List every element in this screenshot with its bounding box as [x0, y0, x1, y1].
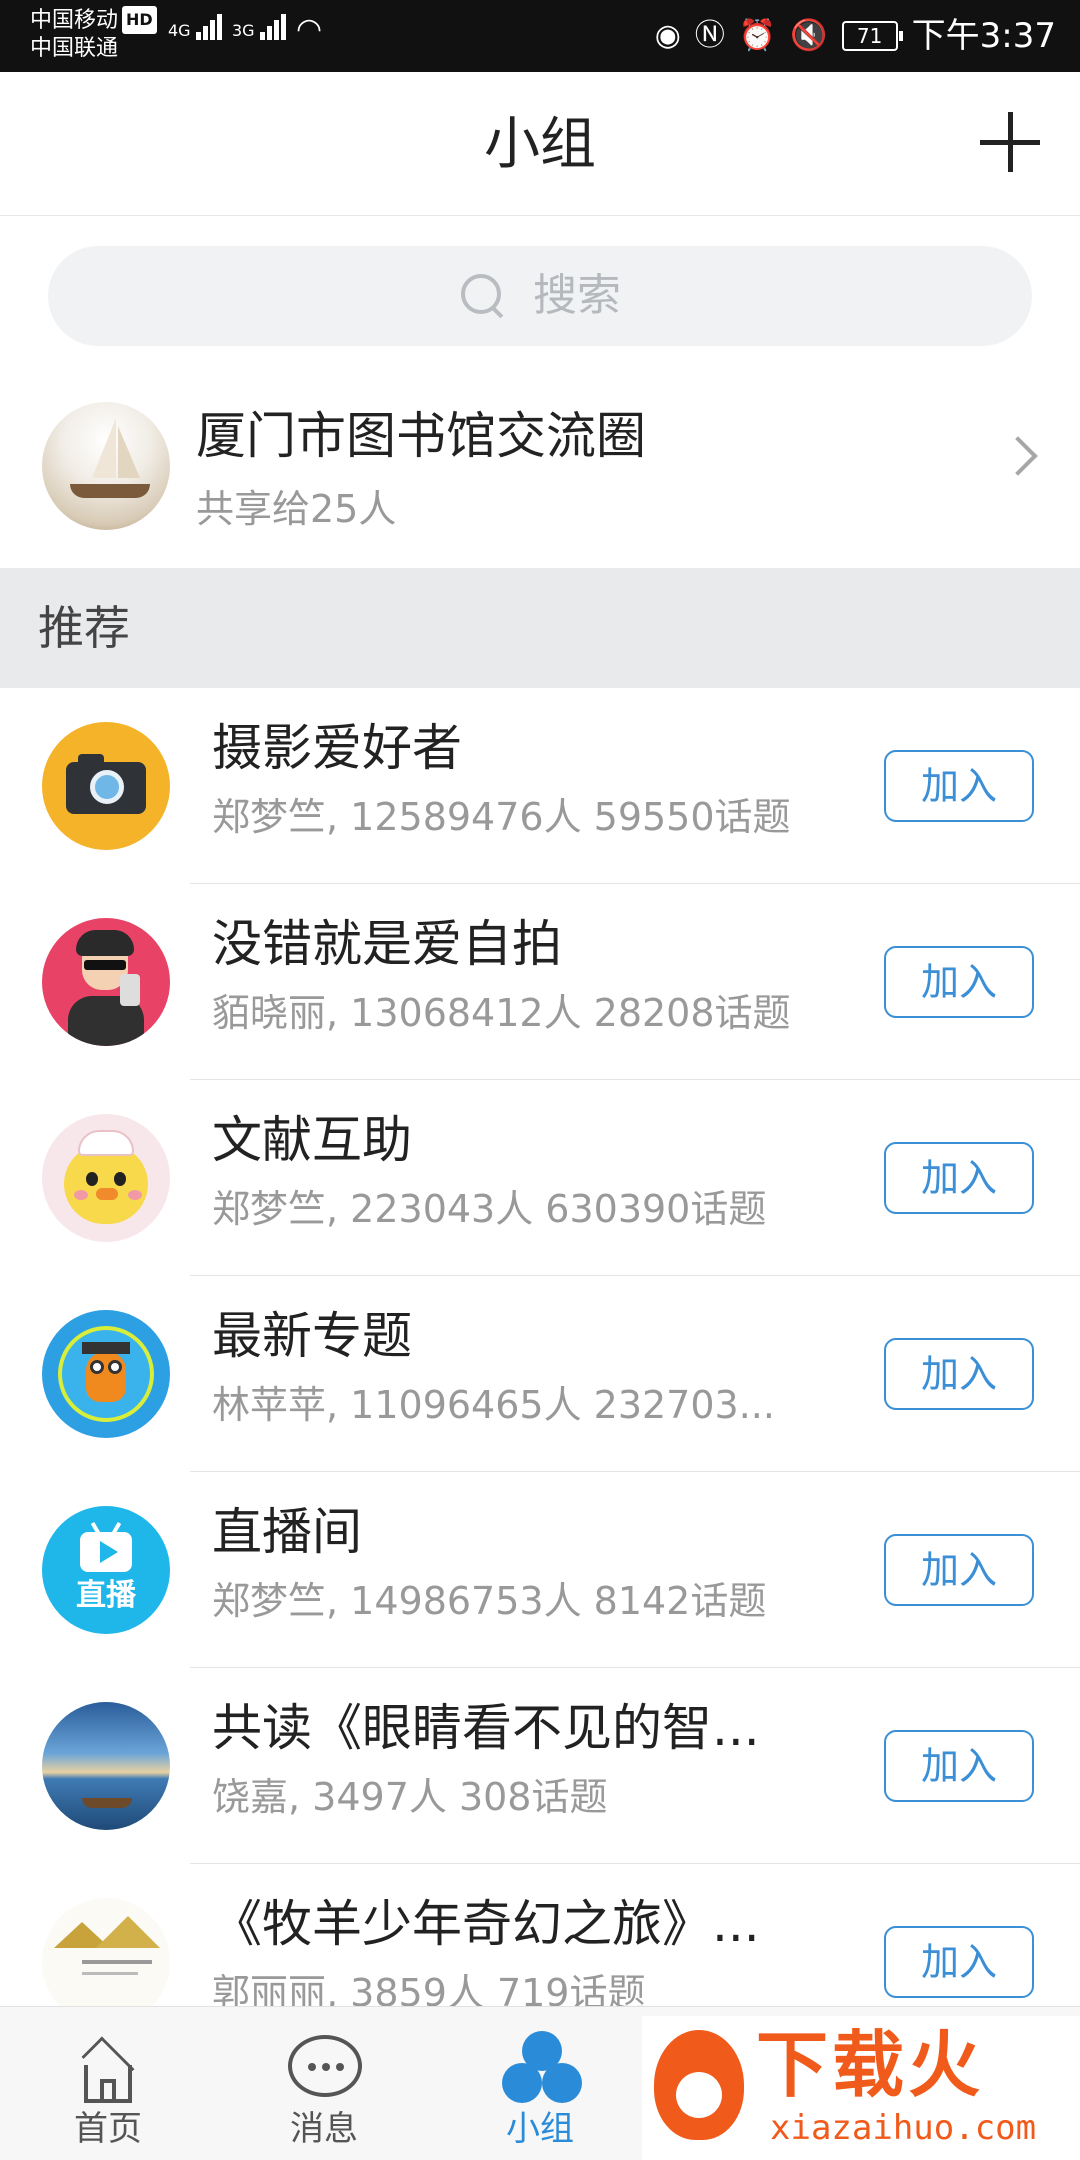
status-bar: 中国移动 HD 中国联通 4G 3G ◠ ◉ Ⓝ ⏰ 🔇 71 下午3:37 — [0, 0, 1080, 72]
avatar-live-text: 直播 — [76, 1578, 136, 1613]
section-label: 推荐 — [38, 601, 130, 655]
search-input[interactable]: 搜索 — [48, 246, 1032, 346]
group-info: 貊晓丽, 13068412人 28208话题 — [212, 991, 791, 1035]
group-info: 郑梦竺, 12589476人 59550话题 — [212, 795, 791, 839]
group-name: 共读《眼睛看不见的智... — [212, 1699, 760, 1757]
join-button[interactable]: 加入 — [884, 750, 1034, 822]
tab-label: 消息 — [290, 2109, 358, 2149]
carrier-info: 中国移动 HD 中国联通 — [30, 6, 157, 63]
page-title: 小组 — [484, 112, 596, 177]
group-info: 郑梦竺, 223043人 630390话题 — [212, 1187, 767, 1231]
group-info: 饶嘉, 3497人 308话题 — [212, 1775, 608, 1819]
camera-avatar-icon — [42, 722, 170, 850]
group-name: 最新专题 — [212, 1307, 412, 1365]
chevron-right-icon — [998, 436, 1038, 476]
search-placeholder: 搜索 — [533, 270, 621, 321]
search-icon — [459, 272, 507, 320]
tab-label: 小组 — [506, 2109, 574, 2149]
chat-bubble-icon — [288, 2035, 362, 2097]
list-item[interactable]: 文献互助 郑梦竺, 223043人 630390话题 加入 — [0, 1080, 1080, 1276]
home-icon — [72, 2036, 144, 2103]
clock: 下午3:37 — [911, 16, 1056, 56]
list-item[interactable]: 共读《眼睛看不见的智... 饶嘉, 3497人 308话题 加入 — [0, 1668, 1080, 1864]
list-item[interactable]: 最新专题 林苹苹, 11096465人 232703... 加入 — [0, 1276, 1080, 1472]
title-bar: 小组 — [0, 72, 1080, 216]
tab-groups[interactable]: 小组 — [432, 2007, 648, 2160]
my-group-name: 厦门市图书馆交流圈 — [196, 407, 646, 465]
watermark-logo: 下载火 xiazaihuo.com — [642, 2016, 1080, 2160]
group-name: 直播间 — [212, 1503, 362, 1561]
seascape-avatar-icon — [42, 1702, 170, 1830]
carrier2: 中国联通 — [30, 36, 119, 61]
group-avatar-sailboat — [42, 402, 170, 530]
group-info: 林苹苹, 11096465人 232703... — [212, 1383, 775, 1427]
join-button[interactable]: 加入 — [884, 946, 1034, 1018]
flame-logo-icon — [654, 2030, 744, 2140]
alarm-icon: ⏰ — [738, 18, 777, 53]
signal1-label: 4G — [168, 21, 191, 40]
carrier1: 中国移动 — [30, 8, 119, 33]
tab-label: 首页 — [74, 2109, 142, 2149]
signal-4g-icon: 4G — [168, 14, 224, 40]
signal-3g-icon: 3G — [232, 14, 288, 40]
signal2-label: 3G — [232, 21, 255, 40]
wifi-icon: ◠ — [296, 12, 323, 47]
add-group-button[interactable] — [980, 112, 1040, 172]
join-button[interactable]: 加入 — [884, 1926, 1034, 1998]
nfc-icon: Ⓝ — [694, 18, 725, 53]
tab-messages[interactable]: 消息 — [216, 2007, 432, 2160]
list-item[interactable]: 没错就是爱自拍 貊晓丽, 13068412人 28208话题 加入 — [0, 884, 1080, 1080]
mute-icon: 🔇 — [790, 18, 828, 53]
watermark-title: 下载火 — [756, 2023, 985, 2107]
join-button[interactable]: 加入 — [884, 1142, 1034, 1214]
eye-icon: ◉ — [654, 18, 681, 53]
my-group-shared: 共享给25人 — [196, 487, 397, 531]
join-button[interactable]: 加入 — [884, 1730, 1034, 1802]
group-name: 没错就是爱自拍 — [212, 915, 562, 973]
group-info: 郑梦竺, 14986753人 8142话题 — [212, 1579, 767, 1623]
section-header: 推荐 — [0, 568, 1080, 688]
live-tv-avatar-icon: 直播 — [42, 1506, 170, 1634]
selfie-avatar-icon — [42, 918, 170, 1046]
list-item[interactable]: 直播 直播间 郑梦竺, 14986753人 8142话题 加入 — [0, 1472, 1080, 1668]
group-name: 摄影爱好者 — [212, 719, 462, 777]
join-button[interactable]: 加入 — [884, 1338, 1034, 1410]
hd-badge: HD — [122, 6, 157, 34]
list-item[interactable]: 摄影爱好者 郑梦竺, 12589476人 59550话题 加入 — [0, 688, 1080, 884]
group-name: 文献互助 — [212, 1111, 412, 1169]
group-name: 《牧羊少年奇幻之旅》... — [212, 1895, 760, 1953]
owl-avatar-icon — [42, 1310, 170, 1438]
recommended-list: 摄影爱好者 郑梦竺, 12589476人 59550话题 加入 没错就是爱自拍 … — [0, 688, 1080, 2060]
groups-icon — [502, 2031, 582, 2105]
tab-home[interactable]: 首页 — [0, 2007, 216, 2160]
watermark-url: xiazaihuo.com — [770, 2108, 1037, 2148]
status-right: ◉ Ⓝ ⏰ 🔇 71 下午3:37 — [655, 14, 1056, 58]
my-group-item[interactable]: 厦门市图书馆交流圈 共享给25人 — [0, 396, 1080, 568]
join-button[interactable]: 加入 — [884, 1534, 1034, 1606]
battery-icon: 71 — [841, 21, 903, 51]
chick-avatar-icon — [42, 1114, 170, 1242]
